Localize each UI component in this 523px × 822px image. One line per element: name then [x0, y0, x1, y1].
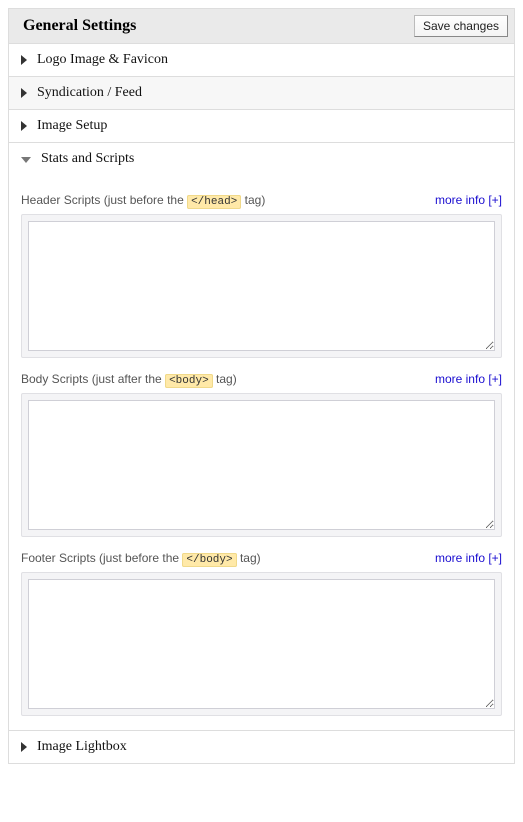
section-logo-favicon[interactable]: Logo Image & Favicon: [9, 44, 514, 77]
footer-scripts-field: Footer Scripts (just before the </body> …: [21, 551, 502, 716]
label-post: tag): [237, 551, 261, 565]
textarea-wrap: [21, 393, 502, 537]
save-changes-button[interactable]: Save changes: [414, 15, 508, 37]
label-pre: Footer Scripts (just before the: [21, 551, 182, 565]
header-scripts-field: Header Scripts (just before the </head> …: [21, 193, 502, 358]
more-info-link[interactable]: more info [+]: [435, 193, 502, 207]
section-image-lightbox[interactable]: Image Lightbox: [9, 731, 514, 763]
section-label: Image Setup: [37, 118, 107, 134]
field-label: Body Scripts (just after the <body> tag): [21, 372, 237, 387]
more-info-link[interactable]: more info [+]: [435, 372, 502, 386]
footer-scripts-textarea[interactable]: [28, 579, 495, 709]
section-stats-scripts[interactable]: Stats and Scripts: [9, 143, 514, 175]
chevron-right-icon: [21, 742, 27, 752]
section-label: Image Lightbox: [37, 739, 127, 755]
more-info-link[interactable]: more info [+]: [435, 551, 502, 565]
label-pre: Body Scripts (just after the: [21, 372, 165, 386]
label-post: tag): [241, 193, 265, 207]
header-scripts-textarea[interactable]: [28, 221, 495, 351]
stats-scripts-body: Header Scripts (just before the </head> …: [9, 175, 514, 731]
chevron-right-icon: [21, 88, 27, 98]
code-tag: </body>: [182, 553, 236, 567]
field-label: Footer Scripts (just before the </body> …: [21, 551, 261, 566]
chevron-right-icon: [21, 121, 27, 131]
panel-title: General Settings: [23, 17, 136, 35]
general-settings-panel: General Settings Save changes Logo Image…: [8, 8, 515, 764]
field-label: Header Scripts (just before the </head> …: [21, 193, 265, 208]
section-label: Stats and Scripts: [41, 151, 134, 167]
textarea-wrap: [21, 214, 502, 358]
label-post: tag): [213, 372, 237, 386]
panel-header: General Settings Save changes: [9, 9, 514, 44]
code-tag: <body>: [165, 374, 213, 388]
field-header: Footer Scripts (just before the </body> …: [21, 551, 502, 566]
section-image-setup[interactable]: Image Setup: [9, 110, 514, 143]
code-tag: </head>: [187, 195, 241, 209]
textarea-wrap: [21, 572, 502, 716]
label-pre: Header Scripts (just before the: [21, 193, 187, 207]
chevron-right-icon: [21, 55, 27, 65]
body-scripts-field: Body Scripts (just after the <body> tag)…: [21, 372, 502, 537]
section-label: Syndication / Feed: [37, 85, 142, 101]
section-label: Logo Image & Favicon: [37, 52, 168, 68]
field-header: Body Scripts (just after the <body> tag)…: [21, 372, 502, 387]
body-scripts-textarea[interactable]: [28, 400, 495, 530]
section-syndication-feed[interactable]: Syndication / Feed: [9, 77, 514, 110]
field-header: Header Scripts (just before the </head> …: [21, 193, 502, 208]
chevron-down-icon: [21, 157, 31, 163]
